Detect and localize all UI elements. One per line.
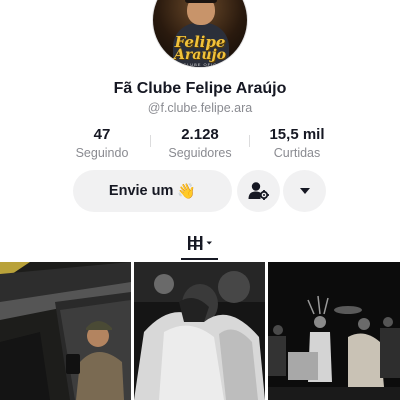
profile-username: @f.clube.felipe.ara [147, 101, 253, 115]
more-options-button[interactable] [283, 170, 326, 212]
video-2-image [134, 262, 265, 400]
send-message-button[interactable]: Envie um 👋 [73, 170, 232, 212]
video-3-image [268, 262, 400, 400]
stat-following-value: 47 [93, 126, 111, 143]
stat-divider [150, 135, 151, 147]
stat-followers-label: Seguidores [168, 146, 232, 160]
stat-likes-label: Curtidas [273, 146, 321, 160]
add-friend-button[interactable] [237, 170, 280, 212]
avatar-hair [185, 0, 217, 3]
active-tab-indicator [181, 258, 218, 260]
stat-following-label: Seguindo [75, 146, 129, 160]
videos-grid-icon [188, 236, 212, 250]
add-friend-icon [248, 182, 269, 200]
video-grid [0, 262, 400, 400]
stat-followers[interactable]: 2.128 Seguidores [155, 126, 245, 161]
stat-following[interactable]: 47 Seguindo [57, 126, 147, 161]
video-thumbnail[interactable] [0, 262, 131, 400]
video-thumbnail[interactable] [268, 262, 400, 400]
video-thumbnail[interactable] [134, 262, 265, 400]
video-1-image [0, 262, 131, 400]
tab-videos[interactable] [181, 229, 221, 257]
caret-down-icon [299, 188, 310, 194]
waving-hand-emoji: 👋 [177, 183, 197, 200]
stat-divider [249, 135, 250, 147]
send-message-label: Envie um [108, 183, 174, 199]
profile-avatar[interactable]: Felipe Araújo FÃ CLUBE OFICIAL [152, 0, 248, 68]
stat-likes-value: 15,5 mil [269, 126, 325, 143]
stat-likes: 15,5 mil Curtidas [252, 126, 342, 161]
stat-followers-value: 2.128 [181, 126, 219, 143]
avatar-face [187, 0, 215, 25]
profile-name: Fã Clube Felipe Araújo [113, 80, 287, 97]
avatar-logo-tag: FÃ CLUBE OFICIAL [173, 62, 227, 67]
avatar-logo-last-name: Araújo [174, 47, 226, 63]
profile-stats: 47 Seguindo 2.128 Seguidores 15,5 mil Cu… [0, 126, 400, 162]
